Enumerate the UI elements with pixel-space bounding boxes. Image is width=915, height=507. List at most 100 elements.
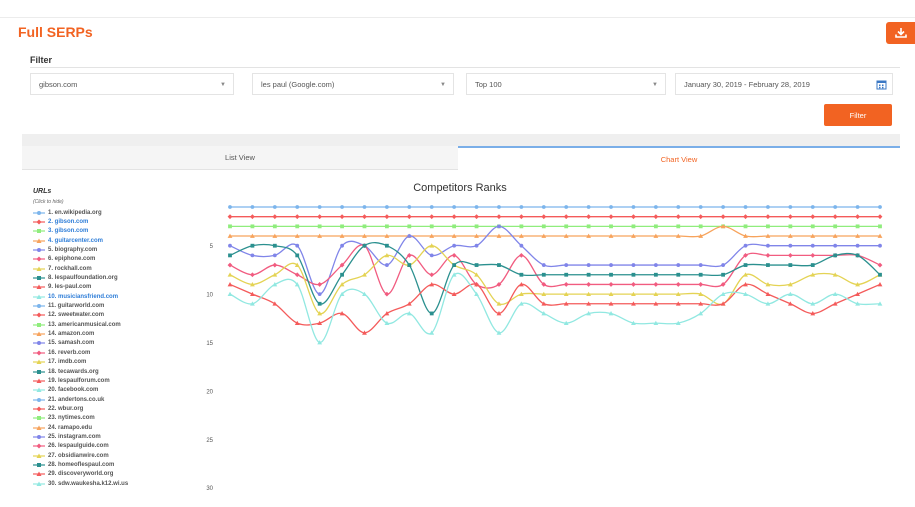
legend-item[interactable]: 4. guitarcenter.com — [33, 236, 203, 245]
data-point[interactable] — [810, 243, 815, 248]
data-point[interactable] — [429, 311, 434, 316]
data-point[interactable] — [541, 224, 546, 229]
data-point[interactable] — [586, 224, 591, 229]
data-point[interactable] — [766, 243, 770, 248]
data-point[interactable] — [810, 263, 815, 267]
data-point[interactable] — [407, 263, 412, 267]
data-point[interactable] — [878, 224, 882, 229]
data-point[interactable] — [384, 214, 390, 220]
series-line[interactable] — [229, 244, 881, 295]
legend-item[interactable]: 30. sdw.waukesha.k12.wi.us — [33, 479, 203, 488]
data-point[interactable] — [766, 263, 770, 267]
domain-select[interactable]: gibson.com ▼ — [30, 73, 234, 95]
data-point[interactable] — [878, 205, 882, 209]
data-point[interactable] — [272, 205, 277, 209]
data-point[interactable] — [766, 205, 770, 209]
legend-item[interactable]: 16. reverb.com — [33, 348, 203, 357]
export-button[interactable] — [886, 22, 915, 44]
data-point[interactable] — [384, 205, 389, 209]
data-point[interactable] — [474, 214, 479, 220]
data-point[interactable] — [250, 214, 255, 220]
data-point[interactable] — [563, 214, 569, 220]
data-point[interactable] — [362, 224, 367, 229]
data-point[interactable] — [452, 263, 457, 267]
data-point[interactable] — [519, 272, 524, 277]
data-point[interactable] — [586, 205, 591, 209]
data-point[interactable] — [787, 252, 793, 258]
data-point[interactable] — [452, 205, 457, 209]
data-point[interactable] — [407, 205, 412, 209]
data-point[interactable] — [541, 263, 546, 267]
legend-item[interactable]: 26. lespaulguide.com — [33, 442, 203, 451]
data-point[interactable] — [855, 253, 860, 258]
data-point[interactable] — [250, 224, 255, 229]
data-point[interactable] — [877, 214, 883, 220]
data-point[interactable] — [497, 205, 501, 209]
data-point[interactable] — [855, 243, 860, 248]
data-point[interactable] — [362, 214, 367, 220]
data-point[interactable] — [474, 243, 479, 248]
date-range-field[interactable]: January 30, 2019 - February 28, 2019 — [675, 73, 893, 95]
data-point[interactable] — [518, 214, 524, 220]
data-point[interactable] — [272, 253, 277, 258]
data-point[interactable] — [362, 243, 367, 248]
data-point[interactable] — [340, 272, 344, 277]
data-point[interactable] — [743, 243, 748, 248]
data-point[interactable] — [832, 214, 838, 220]
data-point[interactable] — [788, 205, 793, 209]
data-point[interactable] — [429, 205, 434, 209]
data-point[interactable] — [227, 291, 233, 296]
data-point[interactable] — [295, 224, 300, 229]
data-point[interactable] — [609, 224, 613, 229]
data-point[interactable] — [698, 224, 703, 229]
data-point[interactable] — [743, 224, 748, 229]
data-point[interactable] — [339, 214, 345, 220]
data-point[interactable] — [676, 263, 681, 267]
data-point[interactable] — [609, 263, 613, 267]
data-point[interactable] — [384, 243, 389, 248]
data-point[interactable] — [227, 272, 233, 277]
data-point[interactable] — [541, 214, 547, 220]
data-point[interactable] — [272, 224, 277, 229]
data-point[interactable] — [564, 205, 569, 209]
data-point[interactable] — [608, 214, 614, 220]
legend-item[interactable]: 19. lespaulforum.com — [33, 376, 203, 385]
data-point[interactable] — [407, 234, 412, 238]
data-point[interactable] — [833, 224, 838, 229]
data-point[interactable] — [631, 205, 636, 209]
legend-item[interactable]: 27. obsidianwire.com — [33, 451, 203, 460]
data-point[interactable] — [452, 243, 457, 248]
data-point[interactable] — [384, 224, 389, 229]
data-point[interactable] — [766, 224, 770, 229]
data-point[interactable] — [518, 252, 524, 258]
data-point[interactable] — [429, 253, 434, 258]
data-point[interactable] — [228, 243, 232, 248]
data-point[interactable] — [228, 205, 232, 209]
data-point[interactable] — [294, 214, 300, 220]
legend-item[interactable]: 23. nytimes.com — [33, 414, 203, 423]
data-point[interactable] — [317, 301, 322, 306]
data-point[interactable] — [833, 205, 838, 209]
data-point[interactable] — [586, 272, 591, 277]
filter-button[interactable]: Filter — [824, 104, 892, 126]
legend-item[interactable]: 13. americanmusical.com — [33, 320, 203, 329]
data-point[interactable] — [250, 272, 255, 278]
data-point[interactable] — [317, 214, 323, 220]
calendar-icon[interactable] — [876, 79, 887, 90]
top-select[interactable]: Top 100 ▼ — [466, 73, 666, 95]
data-point[interactable] — [698, 282, 704, 287]
keyword-select[interactable]: les paul (Google.com) ▼ — [252, 73, 454, 95]
data-point[interactable] — [362, 205, 367, 209]
data-point[interactable] — [563, 282, 569, 287]
data-point[interactable] — [743, 263, 748, 267]
data-point[interactable] — [519, 243, 524, 248]
data-point[interactable] — [228, 224, 232, 229]
data-point[interactable] — [653, 214, 659, 220]
tab-list-view[interactable]: List View — [22, 146, 458, 170]
data-point[interactable] — [250, 243, 255, 248]
legend-item[interactable]: 25. instagram.com — [33, 432, 203, 441]
tab-chart-view[interactable]: Chart View — [458, 146, 900, 170]
data-point[interactable] — [653, 282, 659, 287]
data-point[interactable] — [227, 282, 233, 287]
data-point[interactable] — [698, 205, 703, 209]
